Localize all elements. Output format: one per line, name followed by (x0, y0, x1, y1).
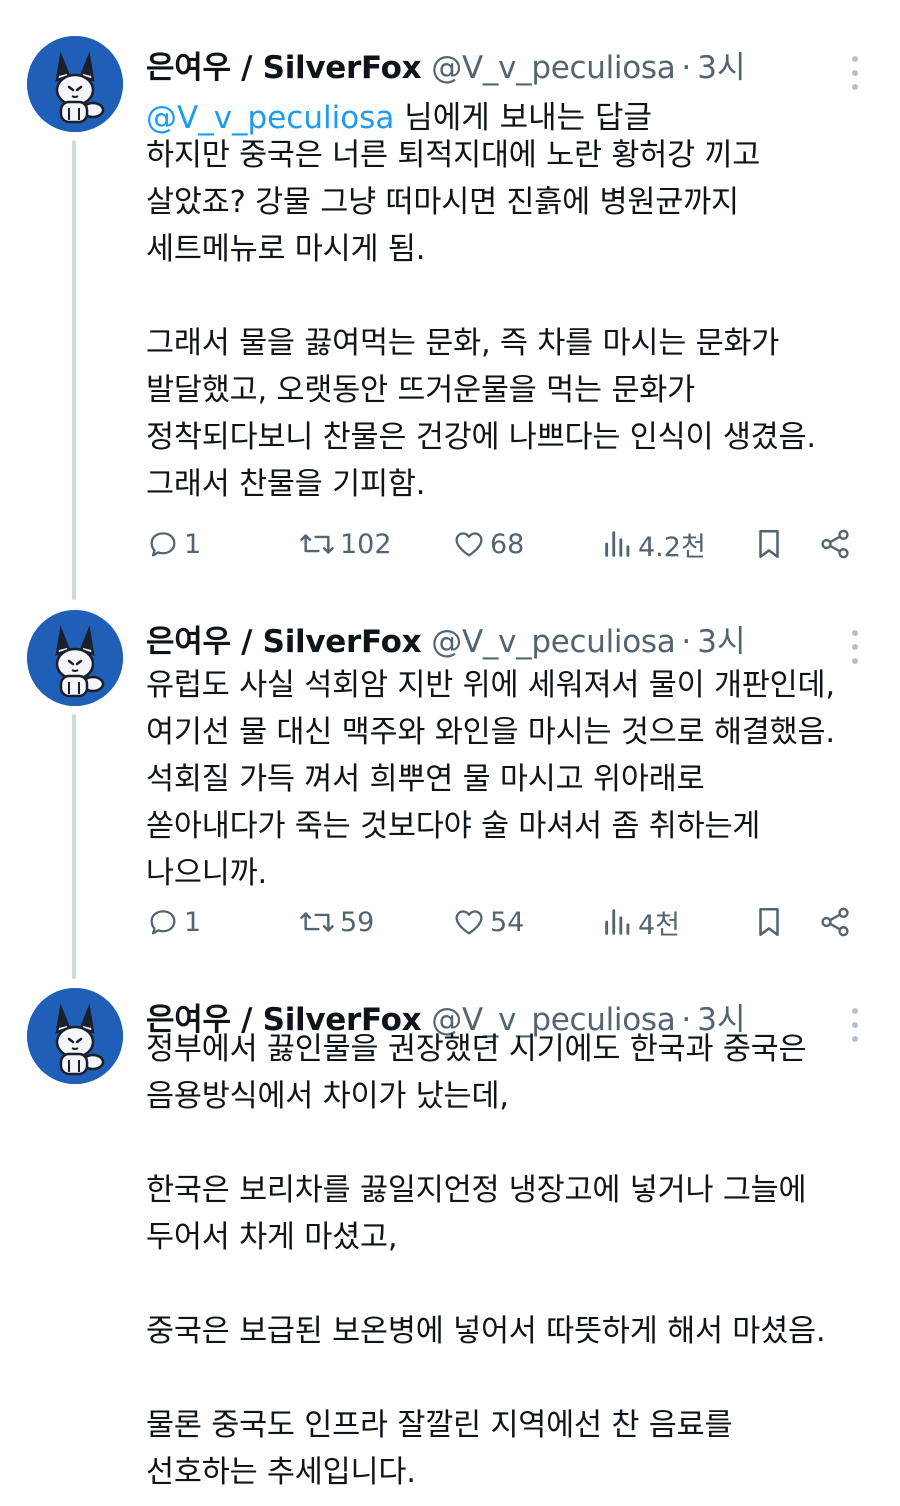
avatar[interactable] (27, 36, 123, 132)
timestamp[interactable]: 3시 (697, 42, 745, 87)
avatar-fox-icon (27, 988, 123, 1084)
more-icon (852, 630, 858, 636)
retweet-count: 59 (340, 906, 375, 938)
reply-count: 1 (184, 906, 202, 938)
views-icon (605, 909, 630, 935)
bookmark-button[interactable] (752, 522, 786, 566)
tweet[interactable]: 은여우 / SilverFox @V_v_peculiosa · 3시 @V_v… (0, 36, 900, 576)
reply-to-mention-link[interactable]: @V_v_peculiosa (146, 100, 394, 136)
more-icon (852, 56, 858, 62)
retweet-button[interactable]: 59 (298, 900, 374, 944)
retweet-button[interactable]: 102 (298, 522, 392, 566)
reply-to-label: @V_v_peculiosa 님에게 보내는 답글 (146, 92, 652, 137)
reply-button[interactable]: 1 (146, 522, 201, 566)
more-icon (852, 1008, 858, 1014)
tweet-actions: 1 59 54 4천 (146, 900, 860, 944)
avatar[interactable] (27, 988, 123, 1084)
more-options-button[interactable] (848, 56, 862, 90)
share-icon (821, 907, 849, 937)
bookmark-button[interactable] (752, 900, 786, 944)
share-button[interactable] (818, 900, 852, 944)
views-button[interactable]: 4천 (602, 900, 680, 944)
avatar[interactable] (27, 610, 123, 706)
avatar-fox-icon (27, 610, 123, 706)
tweet-header: 은여우 / SilverFox @V_v_peculiosa · 3시 (146, 616, 840, 660)
reply-icon (150, 532, 176, 557)
views-count: 4천 (638, 909, 681, 941)
reply-icon (150, 910, 176, 935)
avatar-fox-icon (27, 36, 123, 132)
reply-count: 1 (184, 528, 202, 560)
reply-to-suffix: 님에게 보내는 답글 (394, 100, 653, 136)
views-count: 4.2천 (638, 531, 706, 563)
like-button[interactable]: 54 (452, 900, 524, 944)
tweet-actions: 1 102 68 4.2천 (146, 522, 860, 566)
tweet-text: 하지만 중국은 너른 퇴적지대에 노란 황허강 끼고 살았죠? 강물 그냥 떠마… (146, 138, 816, 502)
tweet[interactable]: 은여우 / SilverFox @V_v_peculiosa · 3시 유럽도 … (0, 610, 900, 960)
user-handle[interactable]: @V_v_peculiosa (431, 624, 675, 660)
bookmark-icon (759, 907, 779, 937)
share-icon (821, 529, 849, 559)
retweet-icon (300, 534, 334, 554)
like-button[interactable]: 68 (452, 522, 524, 566)
like-icon (455, 532, 483, 557)
display-name[interactable]: 은여우 / SilverFox (146, 616, 422, 661)
like-count: 54 (490, 906, 525, 938)
user-handle[interactable]: @V_v_peculiosa (431, 50, 675, 86)
share-button[interactable] (818, 522, 852, 566)
tweet-header: 은여우 / SilverFox @V_v_peculiosa · 3시 (146, 42, 840, 86)
like-icon (455, 910, 483, 935)
tweet-text: 정부에서 끓인물을 권장했던 시기에도 한국과 중국은 음용방식에서 차이가 났… (146, 1032, 826, 1490)
separator-dot: · (681, 624, 692, 660)
separator-dot: · (681, 50, 692, 86)
tweet-thread: 은여우 / SilverFox @V_v_peculiosa · 3시 @V_v… (0, 0, 900, 1506)
bookmark-icon (759, 529, 779, 559)
tweet[interactable]: 은여우 / SilverFox @V_v_peculiosa · 3시 정부에서… (0, 988, 900, 1506)
tweet-text: 유럽도 사실 석회암 지반 위에 세워져서 물이 개판인데, 여기선 물 대신 … (146, 668, 835, 891)
views-button[interactable]: 4.2천 (602, 522, 706, 566)
display-name[interactable]: 은여우 / SilverFox (146, 42, 422, 87)
reply-button[interactable]: 1 (146, 900, 201, 944)
retweet-count: 102 (340, 528, 392, 560)
views-icon (605, 531, 630, 557)
like-count: 68 (490, 528, 525, 560)
timestamp[interactable]: 3시 (697, 616, 745, 661)
more-options-button[interactable] (848, 630, 862, 664)
retweet-icon (300, 912, 334, 932)
